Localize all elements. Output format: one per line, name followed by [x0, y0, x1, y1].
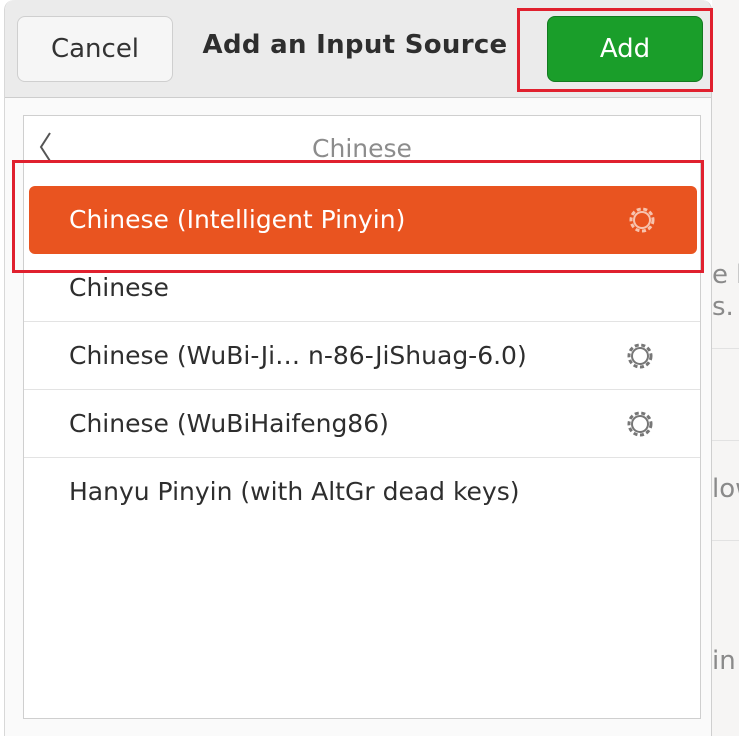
breadcrumb: Chinese: [312, 134, 412, 163]
background-divider: [712, 440, 739, 441]
list-item-label: Chinese (WuBiHaifeng86): [69, 409, 389, 438]
background-text: low: [712, 474, 739, 504]
background-divider: [712, 540, 739, 541]
add-input-source-dialog: Cancel Add an Input Source Add Chinese C…: [4, 0, 712, 736]
dialog-title: Add an Input Source: [202, 30, 508, 60]
list-item[interactable]: Chinese (WuBiHaifeng86): [24, 390, 700, 458]
list-item-label: Hanyu Pinyin (with AltGr dead keys): [69, 477, 520, 506]
gear-icon[interactable]: [624, 408, 656, 440]
background-text: s.: [712, 292, 734, 322]
gear-icon[interactable]: [624, 340, 656, 372]
list-item-label: Chinese (WuBi-Ji… n-86-JiShuag-6.0): [69, 341, 527, 370]
highlight-box: [12, 160, 704, 273]
list-item[interactable]: Chinese (WuBi-Ji… n-86-JiShuag-6.0): [24, 322, 700, 390]
highlight-box: [517, 8, 713, 92]
background-text: e k: [712, 260, 739, 290]
list-item[interactable]: Hanyu Pinyin (with AltGr dead keys): [24, 458, 700, 526]
background-window: e k s. low in: [712, 0, 739, 736]
background-divider: [712, 348, 739, 349]
cancel-button[interactable]: Cancel: [17, 16, 173, 82]
background-text: in: [712, 646, 736, 676]
